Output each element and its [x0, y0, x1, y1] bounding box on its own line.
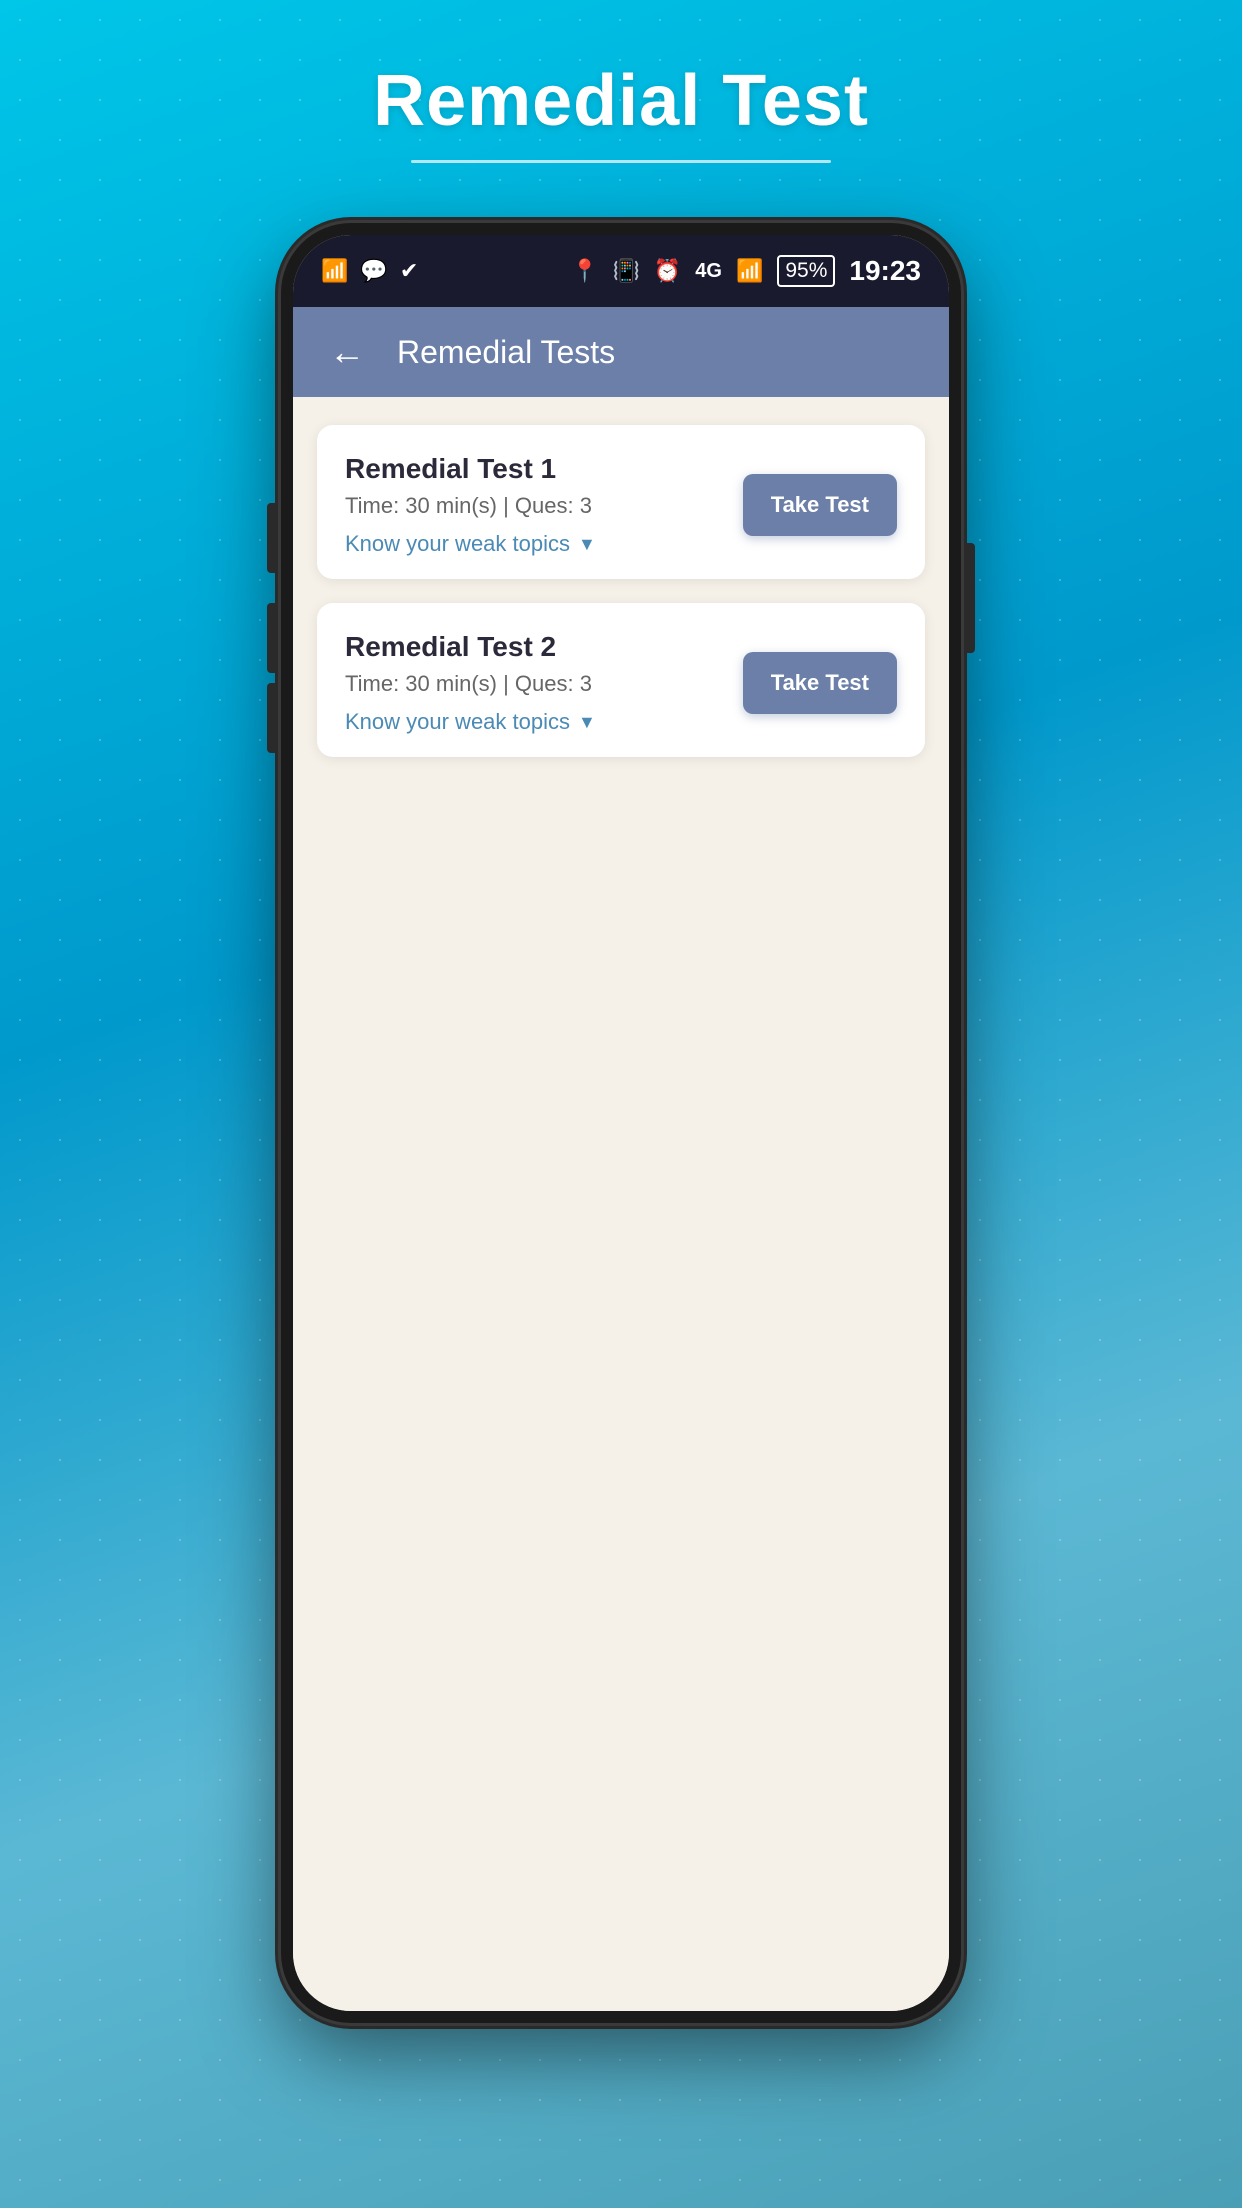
location-icon: 📍 — [571, 258, 598, 284]
weak-topics-label-1: Know your weak topics — [345, 531, 570, 557]
test-card-1: Remedial Test 1 Time: 30 min(s) | Ques: … — [317, 425, 925, 579]
status-right: 📍 📳 ⏰ 4G 📶 95% 19:23 — [571, 255, 921, 287]
chevron-down-icon-2: ▼ — [578, 712, 596, 733]
message-icon: 💬 — [360, 258, 387, 284]
title-underline — [411, 160, 831, 163]
main-content: Remedial Test 1 Time: 30 min(s) | Ques: … — [293, 397, 949, 2011]
page-title: Remedial Test — [373, 60, 869, 142]
take-test-button-1[interactable]: Take Test — [743, 474, 897, 536]
status-left: 📶 💬 ✔ — [321, 258, 418, 284]
test-2-meta: Time: 30 min(s) | Ques: 3 — [345, 671, 727, 697]
page-header: Remedial Test — [373, 60, 869, 163]
alarm-icon: ⏰ — [654, 258, 681, 284]
test-card-2-left: Remedial Test 2 Time: 30 min(s) | Ques: … — [345, 631, 727, 735]
signal-bars-icon: 📶 — [736, 258, 763, 284]
nav-bar: ← Remedial Tests — [293, 307, 949, 397]
chevron-down-icon-1: ▼ — [578, 534, 596, 555]
weak-topics-link-1[interactable]: Know your weak topics ▼ — [345, 531, 727, 557]
status-bar: 📶 💬 ✔ 📍 📳 ⏰ 4G 📶 95% 19:23 — [293, 235, 949, 307]
check-icon: ✔ — [400, 258, 418, 284]
test-1-meta: Time: 30 min(s) | Ques: 3 — [345, 493, 727, 519]
battery-indicator: 95% — [777, 255, 835, 287]
nav-title: Remedial Tests — [397, 334, 615, 371]
wifi-icon: 📶 — [321, 258, 348, 284]
back-button[interactable]: ← — [321, 326, 373, 378]
phone-frame: 📶 💬 ✔ 📍 📳 ⏰ 4G 📶 95% 19:23 ← Remedial Te… — [281, 223, 961, 2023]
test-2-name: Remedial Test 2 — [345, 631, 727, 663]
weak-topics-link-2[interactable]: Know your weak topics ▼ — [345, 709, 727, 735]
status-time: 19:23 — [849, 255, 921, 287]
test-card-2: Remedial Test 2 Time: 30 min(s) | Ques: … — [317, 603, 925, 757]
take-test-button-2[interactable]: Take Test — [743, 652, 897, 714]
phone-screen: 📶 💬 ✔ 📍 📳 ⏰ 4G 📶 95% 19:23 ← Remedial Te… — [293, 235, 949, 2011]
test-1-name: Remedial Test 1 — [345, 453, 727, 485]
test-card-1-left: Remedial Test 1 Time: 30 min(s) | Ques: … — [345, 453, 727, 557]
vibrate-icon: 📳 — [612, 258, 639, 284]
weak-topics-label-2: Know your weak topics — [345, 709, 570, 735]
signal-label: 4G — [695, 260, 722, 283]
